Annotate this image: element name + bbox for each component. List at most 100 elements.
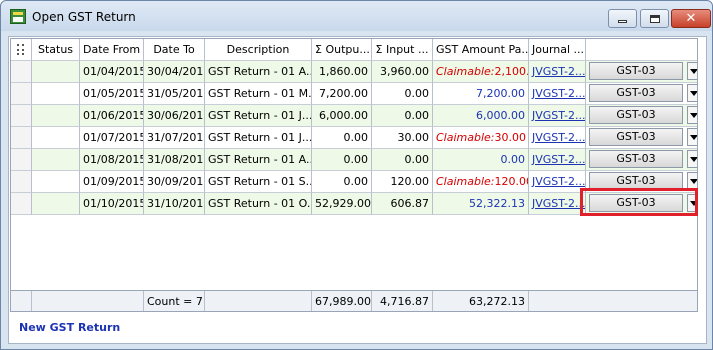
tax-code-button[interactable]: GST-03	[589, 62, 683, 80]
tax-cell: GST-03	[586, 105, 697, 127]
tax-code-button[interactable]: GST-03	[589, 106, 683, 124]
tax-code-button[interactable]: GST-03	[589, 128, 683, 146]
input-cell: 606.87	[372, 193, 433, 215]
footer-indicator-cell	[11, 291, 32, 311]
output-cell: 0.00	[312, 171, 372, 193]
row-selector[interactable]	[11, 61, 32, 83]
gst-return-grid[interactable]: Status Date From Date To Description Σ O…	[10, 38, 698, 312]
journal-cell: JVGST-2...	[529, 171, 586, 193]
highlight-box	[580, 188, 698, 216]
row-selector[interactable]	[11, 193, 32, 215]
table-row[interactable]: 01/07/2015 31/07/2015 GST Return - 01 J...…	[11, 127, 697, 149]
table-row[interactable]: 01/04/2015 30/04/2015 GST Return - 01 A...…	[11, 61, 697, 83]
status-cell	[32, 83, 80, 105]
gst-amount-cell: Claimable:2,100.00	[433, 61, 529, 83]
column-header-description[interactable]: Description	[205, 39, 312, 61]
output-cell: 52,929.00	[312, 193, 372, 215]
date-to-cell: 30/04/2015	[144, 61, 205, 83]
status-cell	[32, 193, 80, 215]
journal-link[interactable]: JVGST-2...	[532, 175, 585, 188]
row-selector[interactable]	[11, 127, 32, 149]
date-to-cell: 31/07/2015	[144, 127, 205, 149]
table-row[interactable]: 01/08/2015 31/08/2015 GST Return - 01 A...…	[11, 149, 697, 171]
column-header-gst-amount[interactable]: GST Amount Pa...	[433, 39, 529, 61]
column-header-date-to[interactable]: Date To	[144, 39, 205, 61]
claimable-prefix: Claimable:	[436, 65, 495, 78]
date-from-cell: 01/10/2015	[80, 193, 144, 215]
grid-footer-row: Count = 7 67,989.00 4,716.87 63,272.13	[11, 290, 697, 311]
description-cell: GST Return - 01 O...	[205, 193, 312, 215]
date-from-cell: 01/08/2015	[80, 149, 144, 171]
column-header-date-from[interactable]: Date From	[80, 39, 144, 61]
date-from-cell: 01/09/2015	[80, 171, 144, 193]
journal-link[interactable]: JVGST-2...	[532, 153, 585, 166]
journal-link[interactable]: JVGST-2...	[532, 197, 585, 210]
row-selector[interactable]	[11, 105, 32, 127]
journal-cell: JVGST-2...	[529, 127, 586, 149]
journal-link[interactable]: JVGST-2...	[532, 87, 585, 100]
dropdown-arrow-icon[interactable]	[687, 62, 697, 80]
title-bar[interactable]: Open GST Return ✕	[1, 1, 712, 31]
table-row[interactable]: 01/05/2015 31/05/2015 GST Return - 01 M...…	[11, 83, 697, 105]
journal-link[interactable]: JVGST-2...	[532, 131, 585, 144]
description-cell: GST Return - 01 A...	[205, 149, 312, 171]
date-from-cell: 01/05/2015	[80, 83, 144, 105]
gst-amount-value: 6,000.00	[476, 109, 525, 122]
input-cell: 3,960.00	[372, 61, 433, 83]
footer-empty-cell-2	[529, 291, 697, 311]
column-indicator-header[interactable]	[11, 39, 32, 61]
date-to-cell: 31/08/2015	[144, 149, 205, 171]
description-cell: GST Return - 01 M...	[205, 83, 312, 105]
row-selector[interactable]	[11, 83, 32, 105]
dropdown-arrow-icon[interactable]	[687, 128, 697, 146]
footer-amount-total: 63,272.13	[433, 291, 529, 311]
description-cell: GST Return - 01 J...	[205, 105, 312, 127]
table-row[interactable]: 01/06/2015 30/06/2015 GST Return - 01 J...…	[11, 105, 697, 127]
gst-amount-cell: Claimable:120.00	[433, 171, 529, 193]
dropdown-arrow-icon[interactable]	[687, 150, 697, 168]
gst-amount-cell: 52,322.13	[433, 193, 529, 215]
gst-amount-value: 52,322.13	[469, 197, 525, 210]
gst-amount-value: 120.00	[494, 175, 528, 188]
date-to-cell: 30/09/2015	[144, 171, 205, 193]
journal-link[interactable]: JVGST-2...	[532, 65, 585, 78]
date-to-cell: 31/10/2015	[144, 193, 205, 215]
minimize-icon	[618, 19, 627, 23]
close-icon: ✕	[685, 11, 697, 26]
journal-link[interactable]: JVGST-2...	[532, 109, 585, 122]
journal-cell: JVGST-2...	[529, 149, 586, 171]
tax-code-button[interactable]: GST-03	[589, 84, 683, 102]
row-selector[interactable]	[11, 171, 32, 193]
status-cell	[32, 127, 80, 149]
status-cell	[32, 171, 80, 193]
footer-description-cell	[205, 291, 312, 311]
gst-amount-value: 7,200.00	[476, 87, 525, 100]
row-selector[interactable]	[11, 149, 32, 171]
column-header-output[interactable]: Σ Outpu...	[312, 39, 372, 61]
grid-header-row: Status Date From Date To Description Σ O…	[11, 39, 697, 61]
tax-code-button[interactable]: GST-03	[589, 150, 683, 168]
close-button[interactable]: ✕	[671, 9, 711, 28]
dropdown-arrow-icon[interactable]	[687, 106, 697, 124]
maximize-button[interactable]	[640, 9, 669, 28]
open-gst-return-window: Open GST Return ✕ Status Date From Date …	[0, 0, 713, 350]
gst-amount-cell: 7,200.00	[433, 83, 529, 105]
minimize-button[interactable]	[608, 9, 637, 28]
dropdown-arrow-icon[interactable]	[687, 84, 697, 102]
status-cell	[32, 105, 80, 127]
column-header-tax[interactable]	[586, 39, 697, 61]
column-header-status[interactable]: Status	[32, 39, 80, 61]
output-cell: 7,200.00	[312, 83, 372, 105]
gst-amount-value: 30.00	[494, 131, 527, 144]
date-from-cell: 01/06/2015	[80, 105, 144, 127]
column-header-journal[interactable]: Journal ...	[529, 39, 586, 61]
description-cell: GST Return - 01 A...	[205, 61, 312, 83]
column-header-input[interactable]: Σ Input ...	[372, 39, 433, 61]
description-cell: GST Return - 01 S...	[205, 171, 312, 193]
footer-empty-cell	[32, 291, 144, 311]
input-cell: 30.00	[372, 127, 433, 149]
new-gst-return-link[interactable]: New GST Return	[19, 321, 120, 334]
journal-cell: JVGST-2...	[529, 105, 586, 127]
status-cell	[32, 149, 80, 171]
input-cell: 120.00	[372, 171, 433, 193]
